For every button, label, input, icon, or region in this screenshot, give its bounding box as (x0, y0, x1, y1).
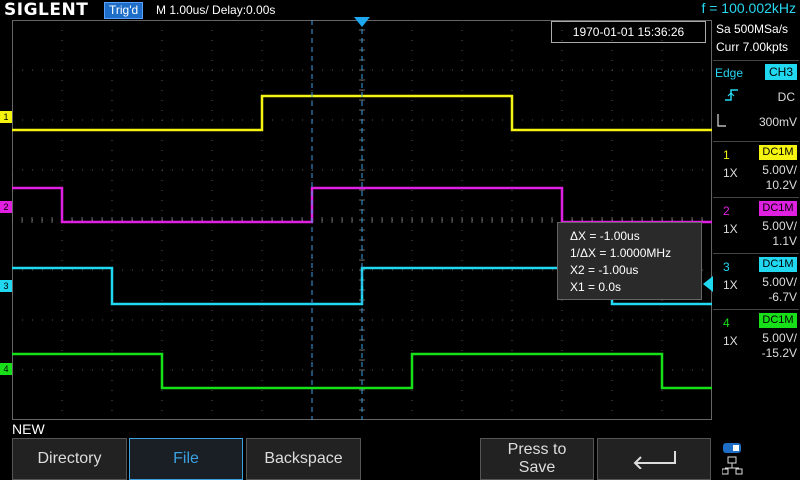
cursor-x1-value: X1 = 0.0s (570, 280, 622, 294)
channel-probe: 1X (723, 278, 738, 292)
channel-scale-offset: 5.00V/-6.7V (762, 275, 797, 304)
trigger-source-badge: CH3 (765, 64, 797, 80)
channel-3-panel[interactable]: 3 DC1M 1X 5.00V/-6.7V (713, 253, 799, 304)
timebase-readout: M 1.00us/ Delay:0.00s (156, 3, 276, 17)
trigger-position-marker[interactable] (354, 17, 370, 29)
brand-logo: SIGLENT (4, 0, 89, 20)
ch4-offset-marker[interactable]: 4 (0, 363, 12, 375)
channel-coupling-badge: DC1M (759, 145, 797, 160)
ch3-offset-marker[interactable]: 3 (0, 280, 12, 292)
sample-rate: Sa 500MSa/s (716, 22, 789, 36)
cursor-x2-value: X2 = -1.00us (570, 263, 639, 277)
enter-button[interactable] (597, 438, 711, 480)
channel-number: 2 (723, 204, 730, 218)
channel-coupling-badge: DC1M (759, 257, 797, 272)
channel-number: 4 (723, 316, 730, 330)
file-button[interactable]: File (129, 438, 243, 480)
channel-scale-offset: 5.00V/-15.2V (761, 331, 797, 360)
cursor-readout-panel: ΔX = -1.00us 1/ΔX = 1.0000MHz X2 = -1.00… (557, 222, 702, 300)
trigger-level-marker[interactable] (703, 276, 713, 292)
filename-input[interactable]: NEW (12, 421, 45, 437)
network-icon (722, 443, 743, 475)
channel-probe: 1X (723, 222, 738, 236)
channel-number: 3 (723, 260, 730, 274)
frequency-counter: f = 100.002kHz (701, 0, 796, 16)
trigger-level: 300mV (758, 115, 797, 129)
channel-number: 1 (723, 148, 730, 162)
memory-depth: Curr 7.00kpts (716, 40, 789, 54)
trigger-level-icon (717, 114, 726, 127)
backspace-button[interactable]: Backspace (246, 438, 361, 480)
directory-button[interactable]: Directory (12, 438, 127, 480)
channel-2-panel[interactable]: 2 DC1M 1X 5.00V/1.1V (713, 197, 799, 248)
press-to-save-button[interactable]: Press to Save (480, 438, 594, 480)
ch2-offset-marker[interactable]: 2 (0, 201, 12, 213)
datetime-display: 1970-01-01 15:36:26 (551, 21, 706, 43)
cursor-inverse-delta-x: 1/ΔX = 1.0000MHz (570, 246, 672, 260)
trigger-coupling: DC (777, 90, 795, 104)
channel-coupling-badge: DC1M (759, 313, 797, 328)
waveform-display[interactable] (12, 20, 712, 420)
channel-probe: 1X (723, 166, 738, 180)
trigger-panel[interactable]: Edge CH3 DC 300mV (713, 60, 799, 139)
channel-4-panel[interactable]: 4 DC1M 1X 5.00V/-15.2V (713, 309, 799, 360)
channel-probe: 1X (723, 334, 738, 348)
rising-edge-icon (725, 89, 738, 101)
channel-scale-offset: 5.00V/10.2V (762, 163, 797, 192)
trigger-type: Edge (715, 66, 744, 80)
cursor-delta-x: ΔX = -1.00us (570, 229, 640, 243)
channel-scale-offset: 5.00V/1.1V (762, 219, 797, 248)
return-arrow-icon (633, 451, 676, 469)
ch1-offset-marker[interactable]: 1 (0, 111, 12, 123)
trigger-status-badge: Trig'd (104, 2, 144, 19)
channel-1-panel[interactable]: 1 DC1M 1X 5.00V/10.2V (713, 141, 799, 192)
channel-coupling-badge: DC1M (759, 201, 797, 216)
